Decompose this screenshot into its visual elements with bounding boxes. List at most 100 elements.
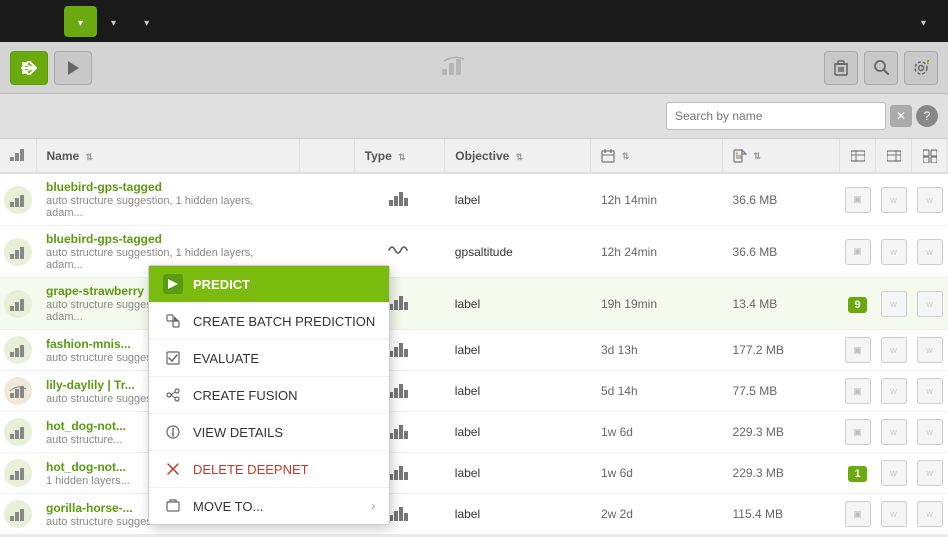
row-icon <box>4 186 32 214</box>
nav-predictions[interactable] <box>130 6 163 37</box>
row-action1-button[interactable]: w <box>881 378 907 404</box>
row-action2-cell: w <box>912 371 948 412</box>
row-action2-button[interactable]: w <box>917 419 943 445</box>
share-button[interactable] <box>10 51 48 85</box>
row-action1-button[interactable]: w <box>881 239 907 265</box>
context-menu-move[interactable]: MOVE TO... › <box>149 488 389 524</box>
row-action2-button[interactable]: w <box>917 337 943 363</box>
schedule-button[interactable]: ▣ <box>845 501 871 527</box>
nav-datasets[interactable] <box>36 13 64 29</box>
table-row: lily-daylily | Tr... auto structure sugg… <box>0 371 948 412</box>
search-clear-button[interactable]: ✕ <box>890 105 912 127</box>
nav-unsupervised[interactable] <box>97 6 130 37</box>
context-menu-delete[interactable]: DELETE DEEPNET <box>149 451 389 488</box>
row-action2-button[interactable]: w <box>917 378 943 404</box>
schedule-button[interactable]: ▣ <box>845 378 871 404</box>
search-bar: ✕ ? <box>0 94 948 139</box>
row-action2-button[interactable]: w <box>917 187 943 213</box>
schedule-button[interactable]: ▣ <box>845 187 871 213</box>
row-icon <box>4 238 32 266</box>
col-type[interactable]: Type ⇅ <box>354 139 445 173</box>
search-button[interactable] <box>864 51 898 85</box>
row-action2-button[interactable]: w <box>917 239 943 265</box>
row-badge-cell: ▣ <box>840 173 876 226</box>
table-body: bluebird-gps-tagged auto structure sugge… <box>0 173 948 535</box>
row-objective-cell: gpsaltitude <box>445 226 591 278</box>
nav-supervised[interactable] <box>64 6 97 37</box>
col-size[interactable]: 🔒 ⇅ <box>723 139 840 173</box>
col-action1 <box>840 139 876 173</box>
row-size-cell: 13.4 MB <box>723 278 840 330</box>
row-action1-button[interactable]: w <box>881 501 907 527</box>
details-icon <box>163 422 183 442</box>
row-time-cell: 12h 14min <box>591 173 723 226</box>
row-action2-cell: w <box>912 412 948 453</box>
col-objective[interactable]: Objective ⇅ <box>445 139 591 173</box>
row-size-cell: 229.3 MB <box>723 453 840 494</box>
row-icon <box>4 336 32 364</box>
toolbar-title-container <box>98 55 818 80</box>
row-action2-button[interactable]: w <box>917 501 943 527</box>
svg-text:+: + <box>928 60 930 65</box>
context-menu-details[interactable]: VIEW DETAILS <box>149 414 389 451</box>
fusion-icon <box>163 385 183 405</box>
schedule-button[interactable]: ▣ <box>845 337 871 363</box>
table-container: Name ⇅ Type ⇅ Objective ⇅ <box>0 139 948 535</box>
row-action1-cell: w <box>876 226 912 278</box>
row-size-cell: 36.6 MB <box>723 173 840 226</box>
col-time[interactable]: ⇅ <box>591 139 723 173</box>
row-action1-button[interactable]: w <box>881 291 907 317</box>
row-action2-cell: w <box>912 453 948 494</box>
table-row: bluebird-gps-tagged auto structure sugge… <box>0 173 948 226</box>
search-input[interactable] <box>666 102 886 130</box>
row-action1-button[interactable]: w <box>881 419 907 445</box>
row-type-icon-cell <box>0 453 36 494</box>
configure-button[interactable]: + <box>904 51 938 85</box>
toolbar-title-icon <box>442 55 466 80</box>
row-action2-cell: w <box>912 494 948 535</box>
svg-text:🔒: 🔒 <box>735 151 739 155</box>
row-action2-button[interactable]: w <box>917 291 943 317</box>
row-action2-cell: w <box>912 278 948 330</box>
row-icon <box>4 290 32 318</box>
row-action2-button[interactable]: w <box>917 460 943 486</box>
row-action1-button[interactable]: w <box>881 460 907 486</box>
row-objective-cell: label <box>445 330 591 371</box>
nav-sources[interactable] <box>8 13 36 29</box>
table-row: hot_dog-not... 1 hidden layers... label … <box>0 453 948 494</box>
row-size-cell: 36.6 MB <box>723 226 840 278</box>
row-badge-cell: ▣ <box>840 412 876 453</box>
toolbar: + <box>0 42 948 94</box>
context-menu-predict[interactable]: PREDICT <box>149 266 389 303</box>
row-badge-cell: 1 <box>840 453 876 494</box>
row-action1-button[interactable]: w <box>881 337 907 363</box>
row-type-icon-cell <box>0 330 36 371</box>
nav-tasks[interactable] <box>163 13 191 29</box>
row-objective-cell: label <box>445 412 591 453</box>
nav-brand[interactable] <box>907 6 940 37</box>
row-action2-cell: w <box>912 330 948 371</box>
schedule-button[interactable]: ▣ <box>845 239 871 265</box>
row-name[interactable]: bluebird-gps-tagged <box>46 180 289 194</box>
delete-button[interactable] <box>824 51 858 85</box>
context-menu-evaluate[interactable]: EVALUATE <box>149 340 389 377</box>
evaluate-icon <box>163 348 183 368</box>
col-name[interactable]: Name ⇅ <box>36 139 299 173</box>
row-type-icon-cell <box>0 173 36 226</box>
context-menu-batch-prediction[interactable]: CREATE BATCH PREDICTION <box>149 303 389 340</box>
context-menu-fusion[interactable]: CREATE FUSION <box>149 377 389 414</box>
row-type-icon-cell <box>0 412 36 453</box>
row-objective-cell: label <box>445 494 591 535</box>
row-objective-cell: label <box>445 173 591 226</box>
schedule-button[interactable]: ▣ <box>845 419 871 445</box>
col-icon <box>0 139 36 173</box>
row-name[interactable]: bluebird-gps-tagged <box>46 232 289 246</box>
row-action2-cell: w <box>912 173 948 226</box>
row-icon <box>4 418 32 446</box>
col-action2 <box>876 139 912 173</box>
search-help-button[interactable]: ? <box>916 105 938 127</box>
row-action1-button[interactable]: w <box>881 187 907 213</box>
run-button[interactable] <box>54 51 92 85</box>
row-time-cell: 12h 24min <box>591 226 723 278</box>
row-badge-cell: ▣ <box>840 226 876 278</box>
